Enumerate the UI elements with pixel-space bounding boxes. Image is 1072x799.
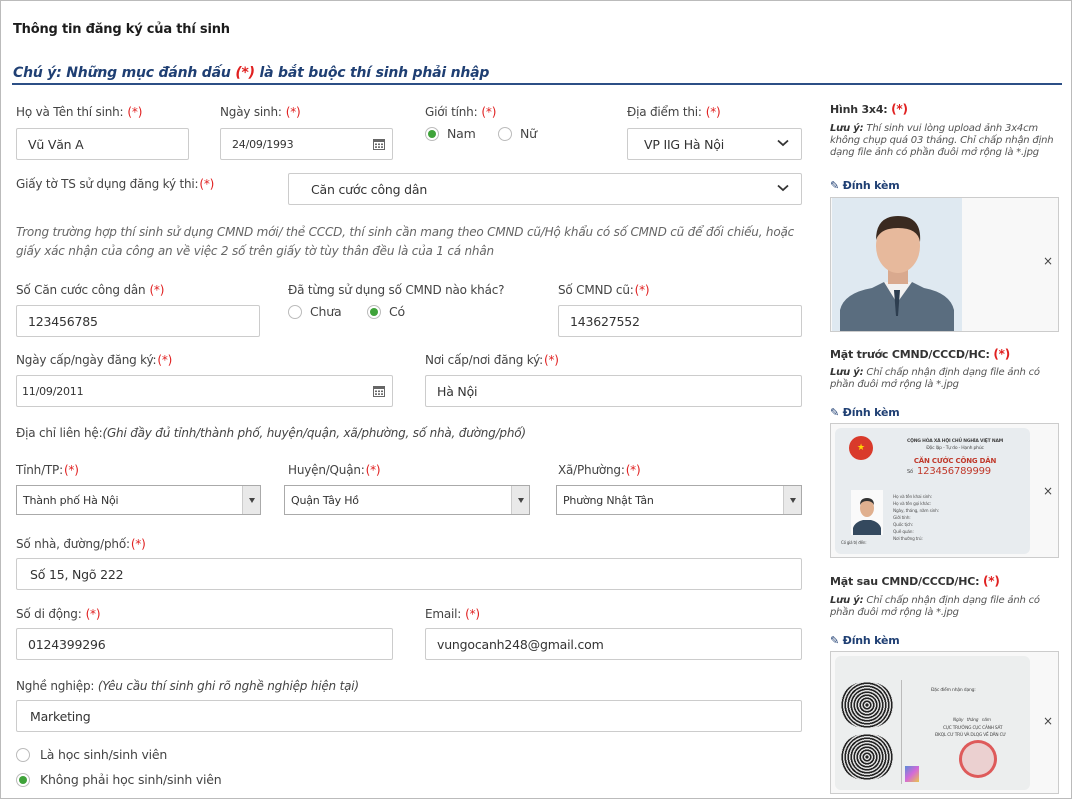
- district-select[interactable]: Quận Tây Hồ: [284, 485, 530, 515]
- paperclip-icon: ✎: [830, 634, 840, 647]
- remove-front-button[interactable]: ×: [1043, 484, 1053, 498]
- student-radio-yes[interactable]: Là học sinh/sinh viên: [16, 747, 167, 762]
- remove-back-button[interactable]: ×: [1043, 714, 1053, 728]
- chevron-down-icon: [777, 184, 789, 192]
- front-title: Mặt trước CMND/CCCD/HC: (*): [830, 347, 1010, 361]
- used-other-label: Đã từng sử dụng số CMND nào khác?: [288, 283, 505, 297]
- chevron-down-icon: [777, 139, 789, 147]
- radio-icon[interactable]: [16, 747, 30, 762]
- calendar-icon[interactable]: [366, 376, 392, 406]
- old-id-label: Số CMND cũ:(*): [558, 283, 650, 297]
- job-input[interactable]: Marketing: [16, 700, 802, 732]
- radio-icon[interactable]: [16, 772, 30, 787]
- ward-select[interactable]: Phường Nhật Tân: [556, 485, 802, 515]
- radio-icon[interactable]: [425, 126, 439, 141]
- radio-icon[interactable]: [367, 304, 381, 319]
- used-other-radio-no[interactable]: Chưa: [288, 304, 342, 319]
- name-label: Họ và Tên thí sinh: (*): [16, 105, 143, 119]
- front-preview: ★ CỘNG HÒA XÃ HỘI CHỦ NGHĨA VIỆT NAM Độc…: [830, 423, 1059, 558]
- issue-date-label: Ngày cấp/ngày đăng ký:(*): [16, 353, 173, 367]
- phone-label: Số di động: (*): [16, 607, 101, 621]
- province-select[interactable]: Thành phố Hà Nội: [16, 485, 261, 515]
- remove-photo-button[interactable]: ×: [1043, 254, 1053, 268]
- fingerprint-left: [841, 682, 893, 728]
- email-input[interactable]: vungocanh248@gmail.com: [425, 628, 802, 660]
- dropdown-arrow-icon[interactable]: [783, 486, 801, 514]
- back-attach-link[interactable]: ✎ Đính kèm: [830, 634, 900, 647]
- photo-attach-link[interactable]: ✎ Đính kèm: [830, 179, 900, 192]
- dropdown-arrow-icon[interactable]: [242, 486, 260, 514]
- district-label: Huyện/Quận:(*): [288, 463, 381, 477]
- registration-form: Thông tin đăng ký của thí sinh Chú ý: Nh…: [0, 0, 1072, 799]
- back-preview: Đặc điểm nhận dạng: Ngày tháng năm CỤC T…: [830, 651, 1059, 794]
- gender-radio-male[interactable]: Nam: [425, 126, 476, 141]
- street-label: Số nhà, đường/phố:(*): [16, 537, 146, 551]
- card-portrait: [851, 490, 883, 535]
- name-input[interactable]: Vũ Văn A: [16, 128, 189, 160]
- required-notice: Chú ý: Những mục đánh dấu (*) là bắt buộ…: [13, 65, 490, 81]
- phone-input[interactable]: 0124399296: [16, 628, 393, 660]
- front-attach-link[interactable]: ✎ Đính kèm: [830, 406, 900, 419]
- cccd-input[interactable]: 123456785: [16, 305, 260, 337]
- official-seal: [959, 740, 997, 778]
- ward-label: Xã/Phường:(*): [558, 463, 641, 477]
- paperclip-icon: ✎: [830, 406, 840, 419]
- job-label: Nghề nghiệp: (Yêu cầu thí sinh ghi rõ ng…: [16, 679, 359, 693]
- address-heading: Địa chỉ liên hệ:(Ghi đầy đủ tỉnh/thành p…: [16, 426, 526, 440]
- student-radio-no[interactable]: Không phải học sinh/sinh viên: [16, 772, 222, 787]
- old-id-input[interactable]: 143627552: [558, 305, 802, 337]
- photo-note: Lưu ý: Thí sinh vui lòng upload ảnh 3x4c…: [830, 123, 1054, 158]
- hologram: [905, 766, 919, 782]
- email-label: Email: (*): [425, 607, 480, 621]
- gender-radio-female[interactable]: Nữ: [498, 126, 537, 141]
- portrait-image: [832, 198, 962, 331]
- issue-place-label: Nơi cấp/nơi đăng ký:(*): [425, 353, 559, 367]
- front-note: Lưu ý: Chỉ chấp nhận định dạng file ảnh …: [830, 367, 1040, 390]
- street-input[interactable]: Số 15, Ngõ 222: [16, 558, 802, 590]
- dob-input[interactable]: 24/09/1993: [220, 128, 393, 160]
- paperclip-icon: ✎: [830, 179, 840, 192]
- page-title: Thông tin đăng ký của thí sinh: [13, 22, 230, 37]
- photo-title: Hình 3x4: (*): [830, 102, 908, 116]
- radio-icon[interactable]: [498, 126, 512, 141]
- province-label: Tỉnh/TP:(*): [16, 463, 79, 477]
- issue-place-input[interactable]: Hà Nội: [425, 375, 802, 407]
- back-note: Lưu ý: Chỉ chấp nhận định dạng file ảnh …: [830, 595, 1040, 618]
- dropdown-arrow-icon[interactable]: [511, 486, 529, 514]
- used-other-radio-yes[interactable]: Có: [367, 304, 405, 319]
- back-title: Mặt sau CMND/CCCD/HC: (*): [830, 574, 1000, 588]
- notice-underline: [12, 83, 1062, 85]
- photo-preview: ×: [830, 197, 1059, 332]
- id-card-front-image: ★ CỘNG HÒA XÃ HỘI CHỦ NGHĨA VIỆT NAM Độc…: [835, 428, 1030, 554]
- location-select[interactable]: VP IIG Hà Nội: [627, 128, 802, 160]
- id-doc-label: Giấy tờ TS sử dụng đăng ký thi:(*): [16, 177, 215, 191]
- id-doc-note: Trong trường hợp thí sinh sử dụng CMND m…: [16, 225, 795, 258]
- fingerprint-right: [841, 734, 893, 780]
- radio-icon[interactable]: [288, 304, 302, 319]
- cccd-label: Số Căn cước công dân (*): [16, 283, 165, 297]
- issue-date-input[interactable]: 11/09/2011: [16, 375, 393, 407]
- id-card-back-image: Đặc điểm nhận dạng: Ngày tháng năm CỤC T…: [835, 656, 1030, 790]
- dob-label: Ngày sinh: (*): [220, 105, 301, 119]
- id-doc-select[interactable]: Căn cước công dân: [288, 173, 802, 205]
- gender-label: Giới tính: (*): [425, 105, 497, 119]
- calendar-icon[interactable]: [366, 129, 392, 159]
- location-label: Địa điểm thi: (*): [627, 105, 721, 119]
